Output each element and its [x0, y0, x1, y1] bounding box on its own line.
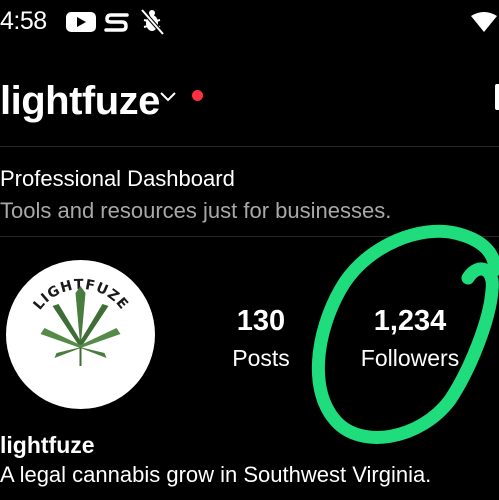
youtube-icon [66, 12, 96, 32]
wifi-icon [471, 12, 497, 37]
dashboard-title: Professional Dashboard [0, 166, 235, 191]
bug-off-icon [140, 8, 165, 36]
account-username[interactable]: lightfuze [0, 77, 160, 125]
followers-count: 1,234 [373, 305, 447, 337]
divider [0, 146, 499, 147]
divider [0, 236, 499, 237]
chevron-down-icon[interactable] [158, 90, 178, 109]
header-action-edge[interactable] [495, 84, 499, 110]
status-icons [64, 8, 174, 36]
followers-stat[interactable]: 1,234 Followers [340, 304, 480, 372]
bio-text: A legal cannabis grow in Southwest Virgi… [0, 462, 432, 487]
posts-stat[interactable]: 130 Posts [211, 304, 311, 372]
followers-label: Followers [360, 345, 460, 371]
display-name: lightfuze [0, 432, 95, 458]
posts-count: 130 [236, 305, 286, 337]
status-time: 4:58 [0, 7, 47, 35]
notification-dot [192, 90, 203, 101]
posts-label: Posts [232, 345, 290, 371]
annotation-circle [311, 224, 499, 444]
avatar[interactable]: LIGHTFUZE [6, 260, 155, 409]
stash-s-icon [104, 13, 129, 32]
dashboard-subtitle: Tools and resources just for businesses. [0, 198, 392, 223]
